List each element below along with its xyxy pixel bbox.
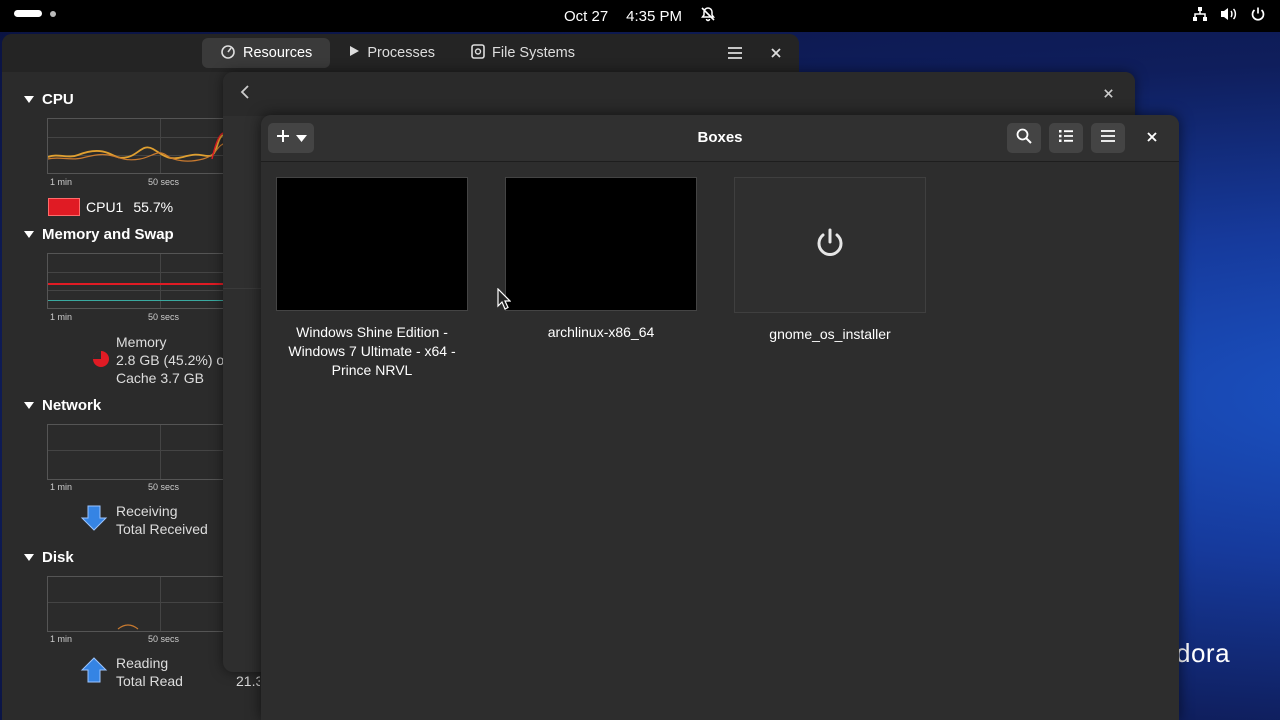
memory-axis-50secs: 50 secs <box>148 312 180 322</box>
network-title: Network <box>42 397 102 414</box>
cpu-graph <box>47 118 228 174</box>
boxes-headerbar: Boxes <box>261 115 1179 162</box>
network-axis-1min: 1 min <box>50 482 73 492</box>
reading-arrow-icon[interactable] <box>80 656 108 689</box>
receiving-label: Receiving <box>116 503 178 519</box>
reading-label: Reading <box>116 655 169 671</box>
close-icon[interactable] <box>1103 86 1114 104</box>
machine-thumbnail[interactable] <box>734 177 926 313</box>
cpu-title: CPU <box>42 91 74 108</box>
cpu-line <box>48 132 227 162</box>
clock-date: Oct 27 <box>563 7 609 25</box>
memory-value: 2.8 GB (45.2%) o <box>116 352 225 368</box>
memory-pie-icon[interactable] <box>90 347 110 376</box>
tab-file-systems-label: File Systems <box>492 45 576 61</box>
tab-resources[interactable]: Resources <box>202 38 331 68</box>
back-arrow-icon[interactable] <box>239 84 251 105</box>
network-section-header[interactable]: Network <box>24 397 101 414</box>
machine-item[interactable]: archlinux-x86_64 <box>505 177 697 342</box>
machine-item[interactable]: gnome_os_installer <box>734 177 926 344</box>
gauge-icon <box>220 43 236 63</box>
memory-axis-1min: 1 min <box>50 312 73 322</box>
machine-name: Windows Shine Edition - Windows 7 Ultima… <box>288 324 456 378</box>
machines-grid: Windows Shine Edition - Windows 7 Ultima… <box>261 162 1179 720</box>
mouse-cursor-icon <box>497 287 512 315</box>
memory-info: Memory 2.8 GB (45.2%) o Cache 3.7 GB <box>116 333 226 387</box>
cpu-axis-50secs: 50 secs <box>148 177 180 187</box>
cpu1-label: CPU1 <box>86 199 124 215</box>
receiving-arrow-icon[interactable] <box>80 504 108 537</box>
main-menu-button[interactable] <box>1091 123 1125 153</box>
network-icon <box>1192 6 1208 22</box>
machine-name: archlinux-x86_64 <box>547 324 655 340</box>
expander-arrow-icon <box>24 96 34 103</box>
search-icon <box>1016 128 1032 149</box>
machine-thumbnail[interactable] <box>276 177 468 311</box>
machine-item[interactable]: Windows Shine Edition - Windows 7 Ultima… <box>276 177 468 380</box>
machine-thumbnail[interactable] <box>505 177 697 311</box>
top-bar: Oct 27 4:35 PM <box>0 0 1280 32</box>
activities-button[interactable] <box>14 10 56 17</box>
disk-axis-1min: 1 min <box>50 634 73 644</box>
total-read-label: Total Read <box>116 673 183 689</box>
workspace-indicator-dot <box>50 10 56 17</box>
disk-axis-50secs: 50 secs <box>148 634 180 644</box>
memory-label: Memory <box>116 334 167 350</box>
power-icon <box>1250 6 1266 22</box>
volume-icon <box>1220 6 1238 22</box>
disk-title: Disk <box>42 549 74 566</box>
dialog-headerbar <box>223 72 1135 116</box>
fedora-logo-text: dora <box>1176 638 1231 668</box>
disk-line <box>117 624 139 630</box>
clock-button[interactable]: Oct 27 4:35 PM <box>564 6 716 26</box>
cpu1-color-swatch[interactable] <box>48 198 80 216</box>
cpu-axis-1min: 1 min <box>50 177 73 187</box>
tab-processes[interactable]: Processes <box>330 38 453 68</box>
window-title: Boxes <box>697 129 743 146</box>
hamburger-menu-icon[interactable] <box>727 46 743 65</box>
memory-line <box>48 283 228 285</box>
disk-section-header[interactable]: Disk <box>24 549 74 566</box>
total-read-value: 21.3 <box>236 673 260 689</box>
machine-name: gnome_os_installer <box>769 326 891 342</box>
tab-file-systems[interactable]: File Systems <box>453 38 593 68</box>
disk-graph <box>47 576 228 632</box>
system-monitor-tabs: Resources Processes File Systems <box>202 38 593 68</box>
memory-title: Memory and Swap <box>42 226 174 243</box>
dialog-side-strip <box>223 116 261 289</box>
list-view-icon <box>1058 129 1074 148</box>
close-icon[interactable] <box>1146 130 1158 148</box>
boxes-window: Boxes Windows Shine Edition - Windows 7 … <box>261 115 1179 720</box>
expander-arrow-icon <box>24 402 34 409</box>
expander-arrow-icon <box>24 554 34 561</box>
clock-time: 4:35 PM <box>626 7 683 25</box>
disk-info: Reading Total Read <box>116 654 183 690</box>
cpu1-value: 55.7% <box>133 199 174 215</box>
search-button[interactable] <box>1007 123 1041 153</box>
network-graph <box>47 424 228 480</box>
memory-section-header[interactable]: Memory and Swap <box>24 226 174 243</box>
system-monitor-headerbar: Resources Processes File Systems <box>2 34 799 72</box>
system-tray[interactable] <box>1192 6 1266 22</box>
view-toggle-button[interactable] <box>1049 123 1083 153</box>
swap-line <box>48 300 228 301</box>
tab-resources-label: Resources <box>243 45 313 61</box>
tab-processes-label: Processes <box>367 45 436 61</box>
expander-arrow-icon <box>24 231 34 238</box>
disk-icon <box>471 43 485 63</box>
workspace-indicator-active <box>14 10 42 17</box>
cpu-section-header[interactable]: CPU <box>24 91 74 108</box>
total-received-label: Total Received <box>116 521 208 537</box>
cpu1-legend[interactable]: CPU1 55.7% <box>48 198 173 216</box>
network-axis-50secs: 50 secs <box>148 482 180 492</box>
bell-muted-icon <box>700 6 716 26</box>
power-icon <box>814 227 846 264</box>
hamburger-menu-icon <box>1100 129 1116 148</box>
network-info: Receiving Total Received <box>116 502 208 538</box>
memory-cache: Cache 3.7 GB <box>116 370 204 386</box>
play-icon <box>348 45 360 61</box>
close-icon[interactable] <box>770 46 782 62</box>
memory-graph <box>47 253 228 309</box>
